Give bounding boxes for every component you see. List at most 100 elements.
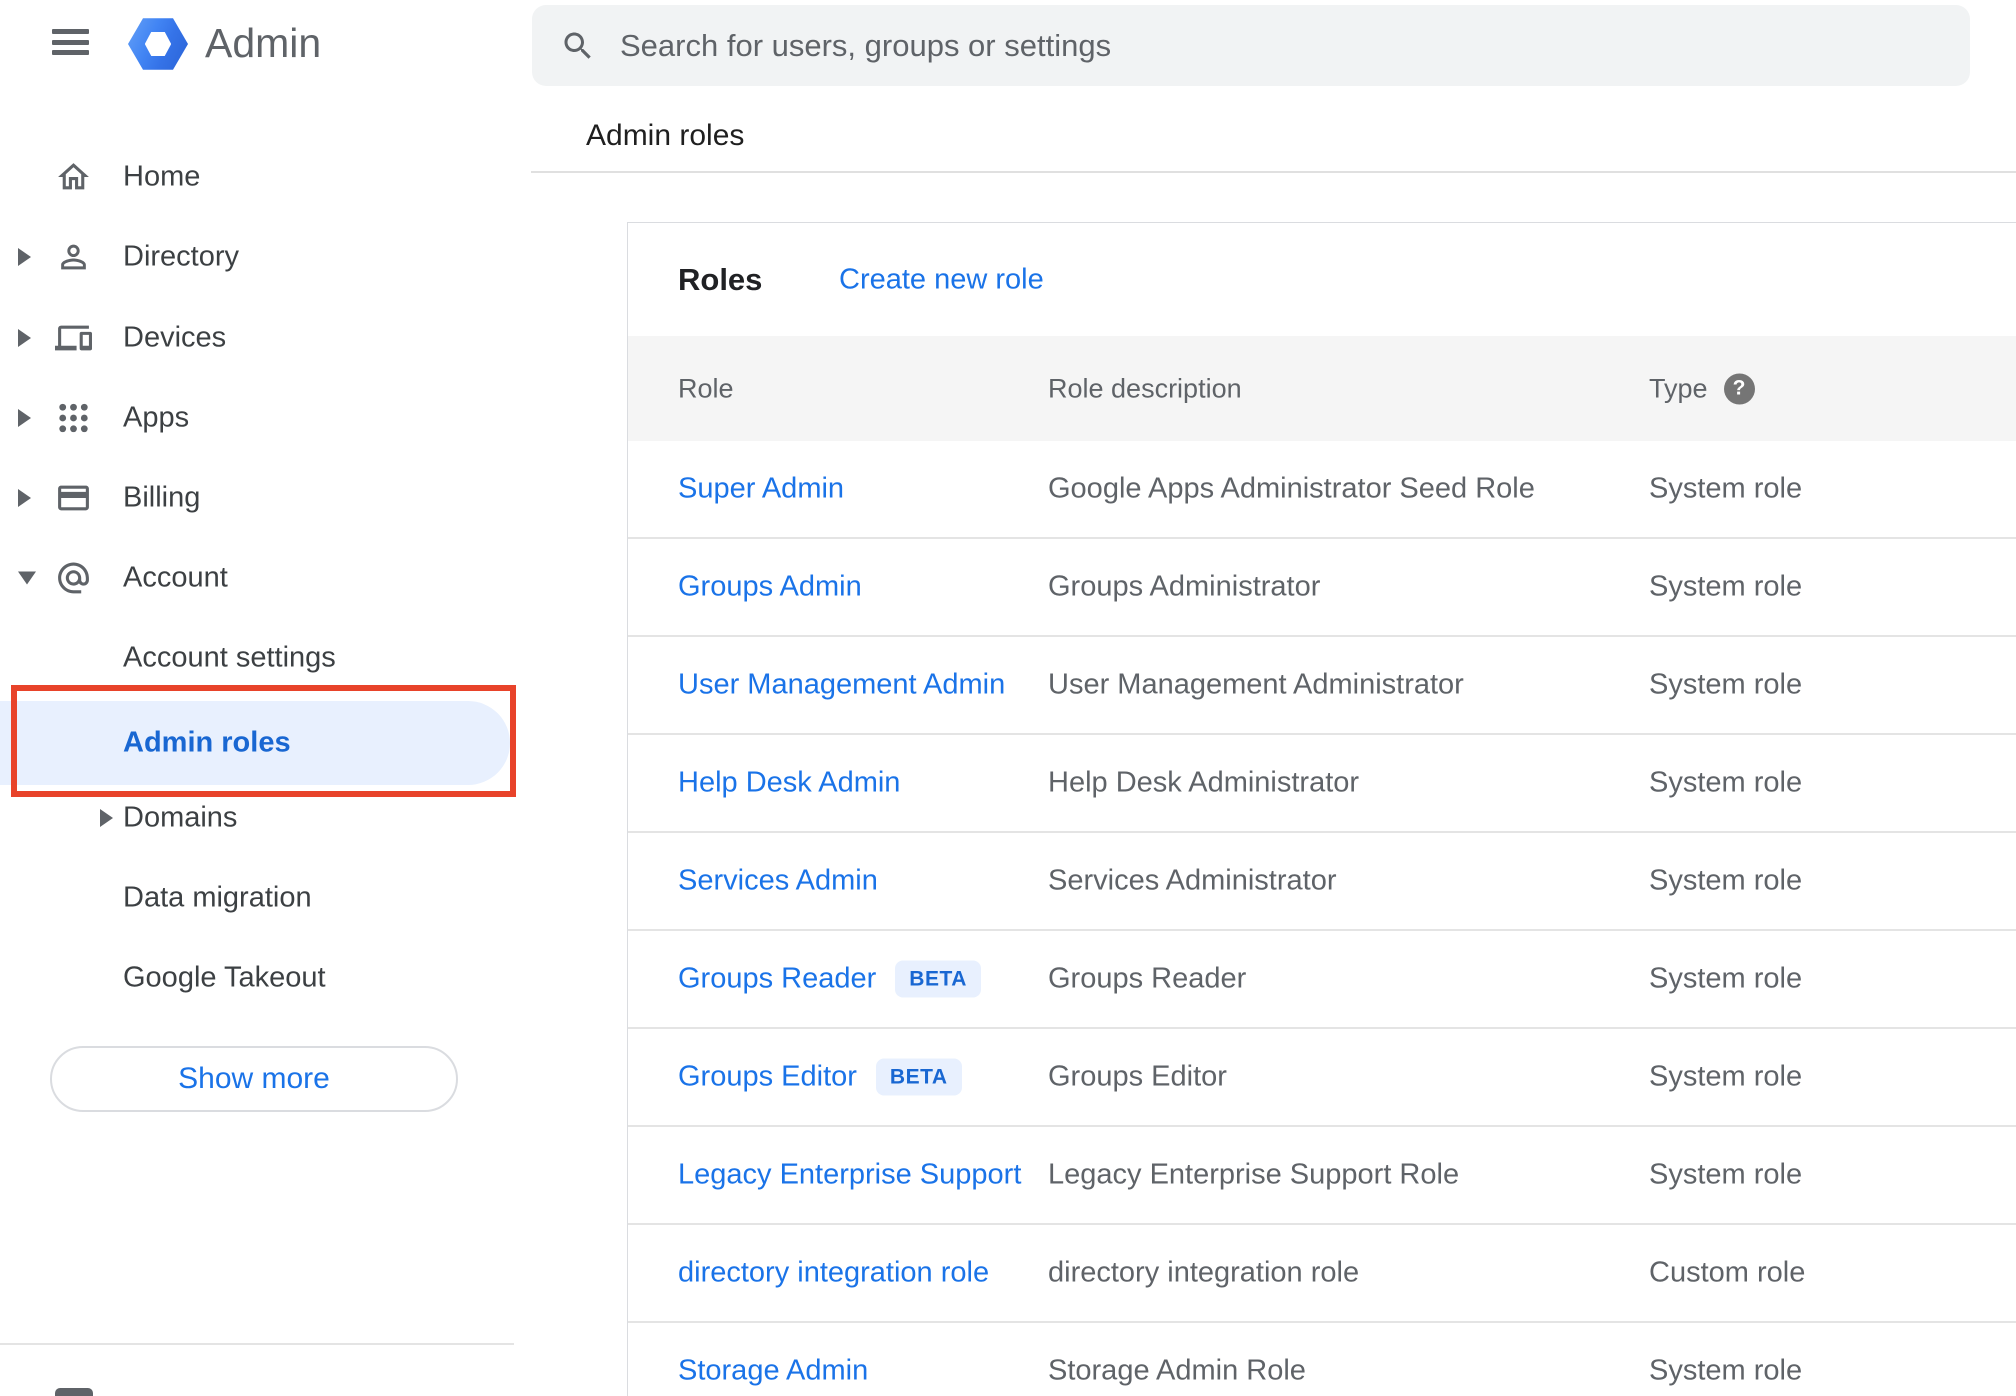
table-row: directory integration role directory inte… <box>628 1225 2016 1323</box>
role-cell: Storage Admin <box>678 1355 868 1388</box>
breadcrumb: Admin roles <box>586 119 745 152</box>
sidebar-item-home[interactable]: Home <box>0 137 510 217</box>
sidebar-item-label: Billing <box>123 481 201 514</box>
sidebar-item-account[interactable]: Account <box>0 538 510 618</box>
role-type: System role <box>1649 472 1803 505</box>
expand-arrow-icon <box>18 409 31 427</box>
role-cell: Groups Editor BETA <box>678 1058 962 1096</box>
role-cell: Groups Admin <box>678 571 862 604</box>
role-type: System role <box>1649 668 1803 701</box>
search-icon <box>560 28 596 64</box>
role-link[interactable]: Help Desk Admin <box>678 767 900 800</box>
sidebar-item-account-settings[interactable]: Account settings <box>0 618 510 698</box>
role-cell: Legacy Enterprise Support <box>678 1159 1021 1192</box>
expand-arrow-icon <box>18 329 31 347</box>
role-description: Groups Administrator <box>1048 570 1321 603</box>
role-type: System role <box>1649 570 1803 603</box>
person-icon <box>55 239 92 276</box>
sidebar-item-directory[interactable]: Directory <box>0 217 510 297</box>
column-header-type-label: Type <box>1649 373 1708 403</box>
column-header-description: Role description <box>1048 373 1242 403</box>
role-type: System role <box>1649 962 1803 995</box>
show-more-button[interactable]: Show more <box>50 1046 458 1112</box>
role-link[interactable]: Services Admin <box>678 865 878 898</box>
role-link[interactable]: User Management Admin <box>678 669 1005 702</box>
role-cell: directory integration role <box>678 1257 989 1290</box>
role-cell: Help Desk Admin <box>678 767 900 800</box>
sidebar-item-label: Account settings <box>123 641 336 674</box>
table-row: User Management Admin User Management Adm… <box>628 637 2016 735</box>
beta-badge: BETA <box>875 1058 962 1096</box>
role-description: Google Apps Administrator Seed Role <box>1048 472 1535 505</box>
sidebar-item-label: Devices <box>123 321 227 354</box>
apps-grid-icon <box>55 400 92 437</box>
role-description: Groups Reader <box>1048 962 1247 995</box>
credit-card-icon <box>55 480 92 517</box>
role-description: directory integration role <box>1048 1256 1360 1289</box>
at-sign-icon <box>55 560 92 597</box>
search-bar[interactable] <box>532 5 1970 86</box>
sidebar-item-data-migration[interactable]: Data migration <box>0 858 510 938</box>
sidebar: Admin Home Directory Devices Apps Billing Acc… <box>0 0 514 1396</box>
table-row: Storage Admin Storage Admin Role System ro… <box>628 1323 2016 1396</box>
role-type: Custom role <box>1649 1256 1806 1289</box>
role-type: System role <box>1649 1354 1803 1387</box>
sidebar-item-label: Data migration <box>123 881 312 914</box>
role-link[interactable]: Legacy Enterprise Support <box>678 1159 1021 1192</box>
role-link[interactable]: Storage Admin <box>678 1355 868 1388</box>
roles-card-header: Roles Create new role <box>628 223 2016 336</box>
role-link[interactable]: Groups Admin <box>678 571 862 604</box>
sidebar-item-label: Admin roles <box>123 726 291 759</box>
role-link[interactable]: Groups Editor <box>678 1061 857 1094</box>
role-cell: Groups Reader BETA <box>678 960 981 998</box>
role-description: Storage Admin Role <box>1048 1354 1306 1387</box>
column-header-type: Type ? <box>1649 373 1755 404</box>
devices-icon <box>55 320 92 357</box>
table-row: Groups Editor BETA Groups Editor System rol… <box>628 1029 2016 1127</box>
sidebar-item-label: Home <box>123 160 201 193</box>
role-cell: Super Admin <box>678 473 844 506</box>
expand-arrow-icon <box>18 489 31 507</box>
card-title: Roles <box>678 261 763 297</box>
table-row: Groups Admin Groups Administrator System r… <box>628 539 2016 637</box>
role-description: Legacy Enterprise Support Role <box>1048 1158 1460 1191</box>
google-admin-console: Admin Home Directory Devices Apps Billing Acc… <box>0 0 2016 1396</box>
sidebar-item-devices[interactable]: Devices <box>0 298 510 378</box>
search-input[interactable] <box>618 26 1940 65</box>
role-description: Services Administrator <box>1048 864 1337 897</box>
expand-arrow-icon <box>100 809 113 827</box>
role-cell: User Management Admin <box>678 669 1005 702</box>
menu-icon[interactable] <box>52 29 89 55</box>
table-header-row: Role Role description Type ? <box>628 336 2016 441</box>
expand-arrow-icon <box>18 248 31 266</box>
help-icon[interactable]: ? <box>1723 373 1755 404</box>
sidebar-item-admin-roles[interactable]: Admin roles <box>0 701 510 785</box>
sidebar-item-apps[interactable]: Apps <box>0 378 510 458</box>
role-link[interactable]: Groups Reader <box>678 963 876 996</box>
beta-badge: BETA <box>895 960 981 998</box>
role-cell: Services Admin <box>678 865 878 898</box>
table-row: Super Admin Google Apps Administrator See… <box>628 441 2016 539</box>
create-new-role-link[interactable]: Create new role <box>839 263 1044 296</box>
role-description: Groups Editor <box>1048 1060 1227 1093</box>
header-divider <box>531 171 2016 173</box>
sidebar-item-label: Apps <box>123 401 190 434</box>
cutoff-sidebar-icon <box>55 1388 93 1396</box>
sidebar-item-domains[interactable]: Domains <box>0 778 510 858</box>
home-icon <box>55 159 92 196</box>
table-row: Services Admin Services Administrator Syst… <box>628 833 2016 931</box>
sidebar-item-google-takeout[interactable]: Google Takeout <box>0 938 510 1018</box>
role-description: User Management Administrator <box>1048 668 1464 701</box>
sidebar-item-label: Directory <box>123 240 240 273</box>
role-type: System role <box>1649 1060 1803 1093</box>
sidebar-divider <box>0 1343 514 1345</box>
role-link[interactable]: directory integration role <box>678 1257 989 1290</box>
roles-card: Roles Create new role Role Role descript… <box>627 222 2016 1396</box>
role-link[interactable]: Super Admin <box>678 473 844 506</box>
table-row: Groups Reader BETA Groups Reader System rol… <box>628 931 2016 1029</box>
sidebar-item-label: Account <box>123 561 228 594</box>
collapse-arrow-icon <box>18 571 36 585</box>
sidebar-item-billing[interactable]: Billing <box>0 458 510 538</box>
table-row: Legacy Enterprise Support Legacy Enterpri… <box>628 1127 2016 1225</box>
role-type: System role <box>1649 1158 1803 1191</box>
